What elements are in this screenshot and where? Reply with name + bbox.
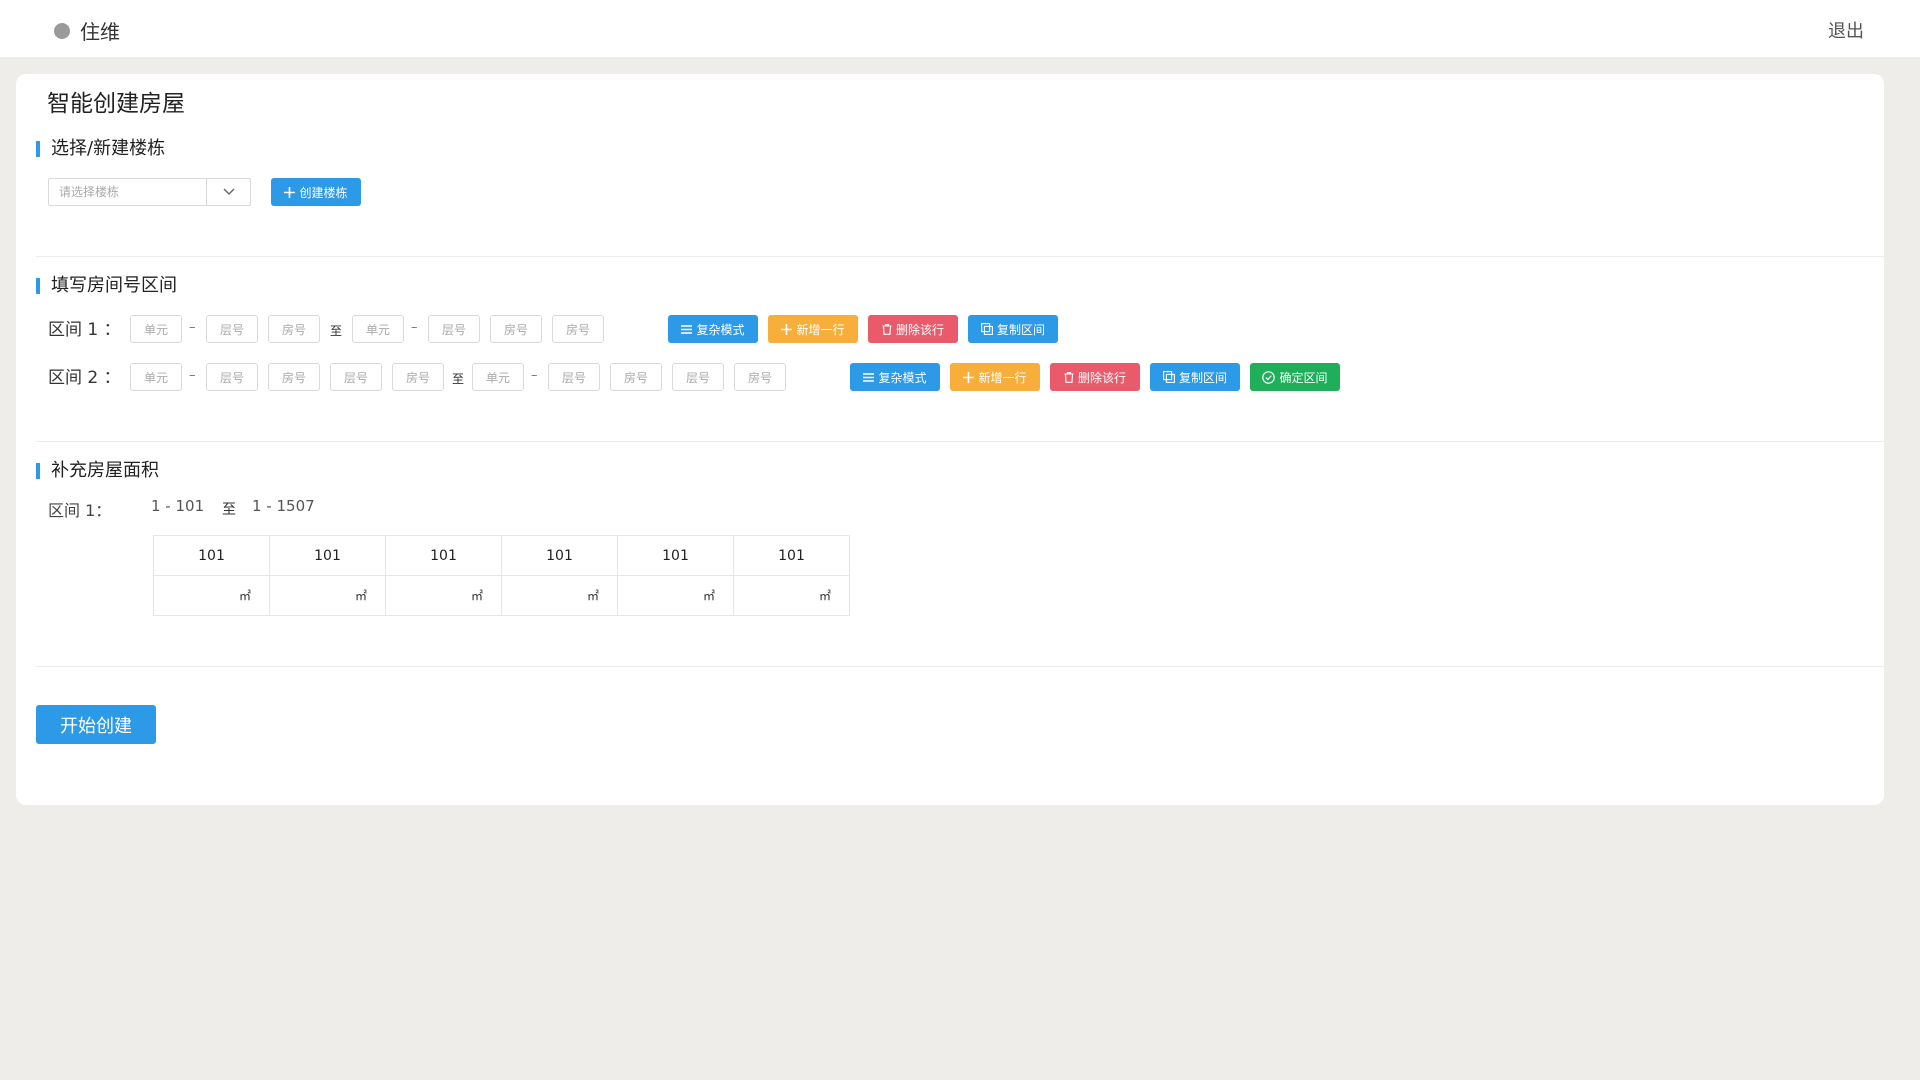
create-building-label: 创建楼栋 [299,185,348,200]
create-building-button[interactable]: 创建楼栋 [271,178,361,206]
brand: 住维 [54,16,120,45]
room-number-cell: 101 [617,535,734,576]
area-input-cell[interactable]: ㎡ [501,575,618,616]
room-number-cell: 101 [269,535,386,576]
copy-icon [1163,371,1175,383]
area-input-cell[interactable]: ㎡ [617,575,734,616]
range-2-complex-mode-button[interactable]: 复杂模式 [850,363,940,391]
area-input-cell[interactable]: ㎡ [153,575,270,616]
chevron-down-icon[interactable] [206,179,250,205]
range-1-complex-mode-button[interactable]: 复杂模式 [668,315,758,343]
range-1-from-floor-input[interactable]: 层号 [206,315,258,343]
brand-name: 住维 [80,20,120,44]
trash-icon [1064,371,1074,383]
range-2-from-floor-input-2[interactable]: 层号 [330,363,382,391]
range-1-add-row-button[interactable]: 新增一行 [768,315,858,343]
confirm-range-label: 确定区间 [1279,370,1328,385]
page-title: 智能创建房屋 [47,91,185,117]
check-circle-icon [1262,370,1276,384]
area-range-to-word: 至 [222,502,236,518]
top-bar: 住维 退出 [0,0,1920,57]
brand-dot-icon [54,22,70,39]
range-2-to-room-input-2[interactable]: 房号 [734,363,786,391]
range-2-to-word: 至 [452,372,465,386]
section-title-area: 补充房屋面积 [36,462,159,480]
range-1-to-room-input[interactable]: 房号 [490,315,542,343]
add-row-label: 新增一行 [978,370,1027,385]
area-range-to: 1 - 1507 [252,497,315,515]
delete-row-label: 删除该行 [1077,370,1126,385]
divider [36,441,1884,442]
menu-lines-icon [863,372,875,382]
plus-icon [963,371,975,383]
range-1-copy-range-button[interactable]: 复制区间 [968,315,1058,343]
range-2-add-row-button[interactable]: 新增一行 [950,363,1040,391]
area-table: 101 101 101 101 101 101 ㎡ ㎡ ㎡ ㎡ ㎡ ㎡ [153,535,850,616]
range-1-to-room-input-2[interactable]: 房号 [552,315,604,343]
delete-row-label: 删除该行 [895,322,944,337]
range-2-copy-range-button[interactable]: 复制区间 [1150,363,1240,391]
range-1-from-unit-input[interactable]: 单元 [130,315,182,343]
dash-separator: – [189,368,196,383]
range-2-to-floor-input[interactable]: 层号 [548,363,600,391]
logout-link[interactable]: 退出 [1828,17,1864,43]
copy-range-label: 复制区间 [1178,370,1227,385]
complex-mode-label: 复杂模式 [696,322,745,337]
table-row: ㎡ ㎡ ㎡ ㎡ ㎡ ㎡ [153,575,850,616]
range-1-label: 区间 1 ： [48,320,121,340]
trash-icon [882,323,892,335]
dash-separator: – [189,320,196,335]
menu-lines-icon [681,324,693,334]
section-title-building: 选择/新建楼栋 [36,140,165,158]
copy-range-label: 复制区间 [996,322,1045,337]
add-row-label: 新增一行 [796,322,845,337]
range-2-to-unit-input[interactable]: 单元 [472,363,524,391]
range-1-to-unit-input[interactable]: 单元 [352,315,404,343]
plus-icon [284,186,296,198]
range-2-from-floor-input[interactable]: 层号 [206,363,258,391]
area-input-cell[interactable]: ㎡ [733,575,850,616]
section-title-ranges: 填写房间号区间 [36,277,177,295]
area-input-cell[interactable]: ㎡ [269,575,386,616]
area-range-label: 区间 1： [48,501,112,520]
range-1-from-room-input[interactable]: 房号 [268,315,320,343]
range-2-confirm-range-button[interactable]: 确定区间 [1250,363,1340,391]
range-2-from-unit-input[interactable]: 单元 [130,363,182,391]
area-range-from: 1 - 101 [151,497,205,515]
complex-mode-label: 复杂模式 [878,370,927,385]
plus-icon [781,323,793,335]
range-2-from-room-input[interactable]: 房号 [268,363,320,391]
divider [36,666,1884,667]
room-number-cell: 101 [385,535,502,576]
building-select[interactable]: 请选择楼栋 [48,178,251,206]
range-2-from-room-input-2[interactable]: 房号 [392,363,444,391]
dash-separator: – [411,320,418,335]
range-1-to-word: 至 [330,324,343,338]
building-select-placeholder: 请选择楼栋 [59,185,120,199]
copy-icon [981,323,993,335]
dash-separator: – [531,368,538,383]
range-1-delete-row-button[interactable]: 删除该行 [868,315,958,343]
divider [36,256,1884,257]
range-2-label: 区间 2 ： [48,368,121,388]
room-number-cell: 101 [501,535,618,576]
room-number-cell: 101 [153,535,270,576]
area-input-cell[interactable]: ㎡ [385,575,502,616]
main-card: 智能创建房屋 选择/新建楼栋 请选择楼栋 创建楼栋 填写房间号区间 区间 1 ：… [16,74,1884,805]
range-1-to-floor-input[interactable]: 层号 [428,315,480,343]
start-create-button[interactable]: 开始创建 [36,705,156,744]
range-2-to-floor-input-2[interactable]: 层号 [672,363,724,391]
table-row: 101 101 101 101 101 101 [153,535,850,576]
range-2-delete-row-button[interactable]: 删除该行 [1050,363,1140,391]
room-number-cell: 101 [733,535,850,576]
range-2-to-room-input[interactable]: 房号 [610,363,662,391]
